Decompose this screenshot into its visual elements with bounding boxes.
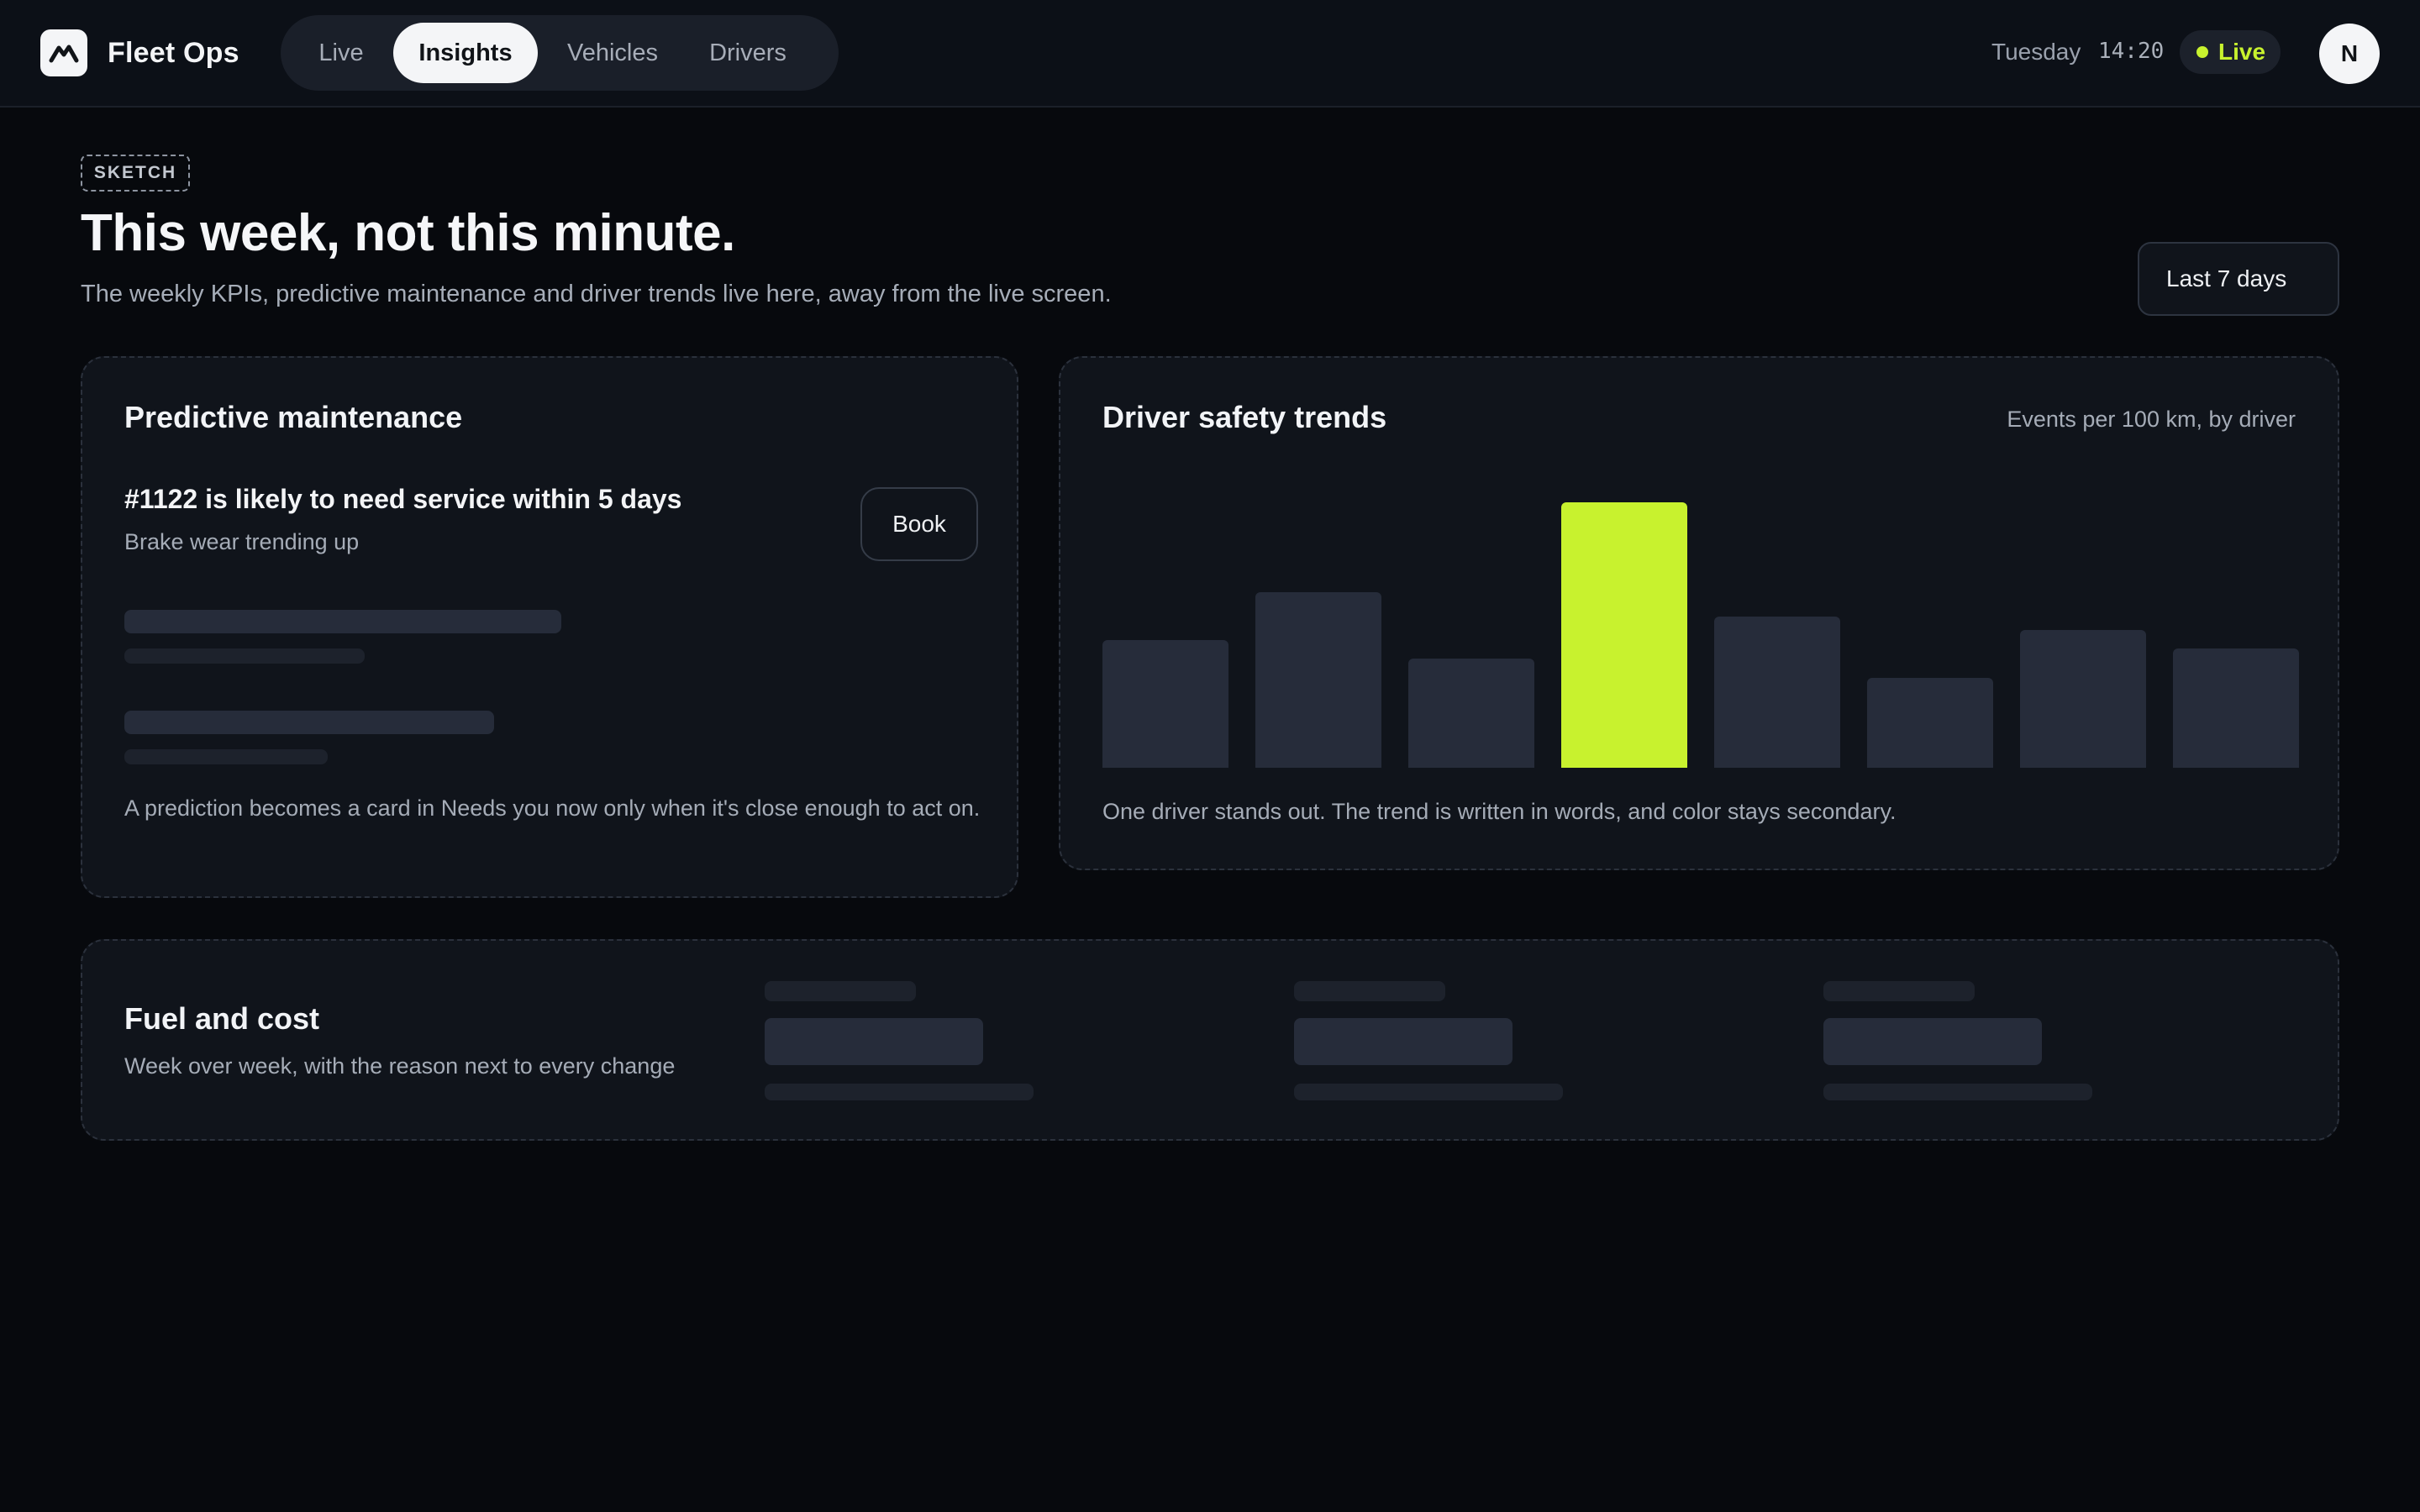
driver-bar[interactable] <box>1714 617 1840 768</box>
driver-bar[interactable] <box>1408 659 1534 768</box>
highlighted-driver-bar[interactable] <box>1561 502 1687 768</box>
live-status-badge: Live <box>2180 30 2281 74</box>
fuel-title: Fuel and cost <box>124 1001 320 1036</box>
skeleton-kpi-value <box>1294 1018 1512 1065</box>
safety-bar-chart <box>1102 492 2299 768</box>
skeleton-line <box>124 648 365 664</box>
top-bar: Fleet Ops Live Insights Vehicles Drivers… <box>0 0 2420 108</box>
skeleton-kpi-value <box>1823 1018 2042 1065</box>
prediction-reason: Brake wear trending up <box>124 529 360 554</box>
skeleton-line <box>124 711 494 734</box>
skeleton-line <box>124 749 328 764</box>
driver-bar[interactable] <box>1102 640 1228 768</box>
page-title: This week, not this minute. <box>81 204 735 262</box>
driver-bar[interactable] <box>2173 648 2299 768</box>
skeleton-kpi-note <box>1823 1084 2092 1100</box>
driver-bar[interactable] <box>1867 678 1993 768</box>
tab-drivers[interactable]: Drivers <box>687 23 808 83</box>
driver-safety-card: Driver safety trends Events per 100 km, … <box>1059 356 2339 870</box>
fuel-cost-card: Fuel and cost Week over week, with the r… <box>81 939 2339 1141</box>
live-dot-icon <box>2196 46 2208 58</box>
maintenance-title: Predictive maintenance <box>124 400 463 434</box>
driver-bar[interactable] <box>1255 592 1381 768</box>
avatar[interactable]: N <box>2319 24 2380 84</box>
skeleton-kpi-note <box>765 1084 1034 1100</box>
skeleton-line <box>124 610 561 633</box>
skeleton-kpi-note <box>1294 1084 1563 1100</box>
fuel-subtitle: Week over week, with the reason next to … <box>124 1053 676 1079</box>
current-time: 14:20 <box>2098 39 2165 64</box>
main-nav: Live Insights Vehicles Drivers <box>281 15 839 91</box>
live-status-label: Live <box>2218 39 2266 65</box>
prediction-title: #1122 is likely to need service within 5… <box>124 484 682 514</box>
mountain-logo-icon <box>40 29 87 76</box>
maintenance-note: A prediction becomes a card in Needs you… <box>124 795 981 821</box>
app-name: Fleet Ops <box>108 36 239 69</box>
tab-insights[interactable]: Insights <box>393 23 538 83</box>
skeleton-kpi-label <box>1294 981 1445 1001</box>
skeleton-kpi-label <box>1823 981 1975 1001</box>
book-button[interactable]: Book <box>860 487 978 561</box>
date-range-button[interactable]: Last 7 days <box>2138 242 2339 316</box>
predictive-maintenance-card: Predictive maintenance #1122 is likely t… <box>81 356 1018 898</box>
tab-live[interactable]: Live <box>297 23 385 83</box>
skeleton-kpi-label <box>765 981 916 1001</box>
skeleton-kpi-value <box>765 1018 983 1065</box>
tab-vehicles[interactable]: Vehicles <box>550 23 676 83</box>
safety-note: One driver stands out. The trend is writ… <box>1102 799 1897 824</box>
sketch-badge: SKETCH <box>81 155 190 192</box>
driver-bar[interactable] <box>2020 630 2146 768</box>
current-day: Tuesday <box>1991 39 2081 65</box>
chart-caption: Events per 100 km, by driver <box>2007 407 2296 432</box>
page-subtitle: The weekly KPIs, predictive maintenance … <box>81 281 1112 307</box>
safety-title: Driver safety trends <box>1102 400 1387 434</box>
brand[interactable]: Fleet Ops <box>40 29 239 76</box>
